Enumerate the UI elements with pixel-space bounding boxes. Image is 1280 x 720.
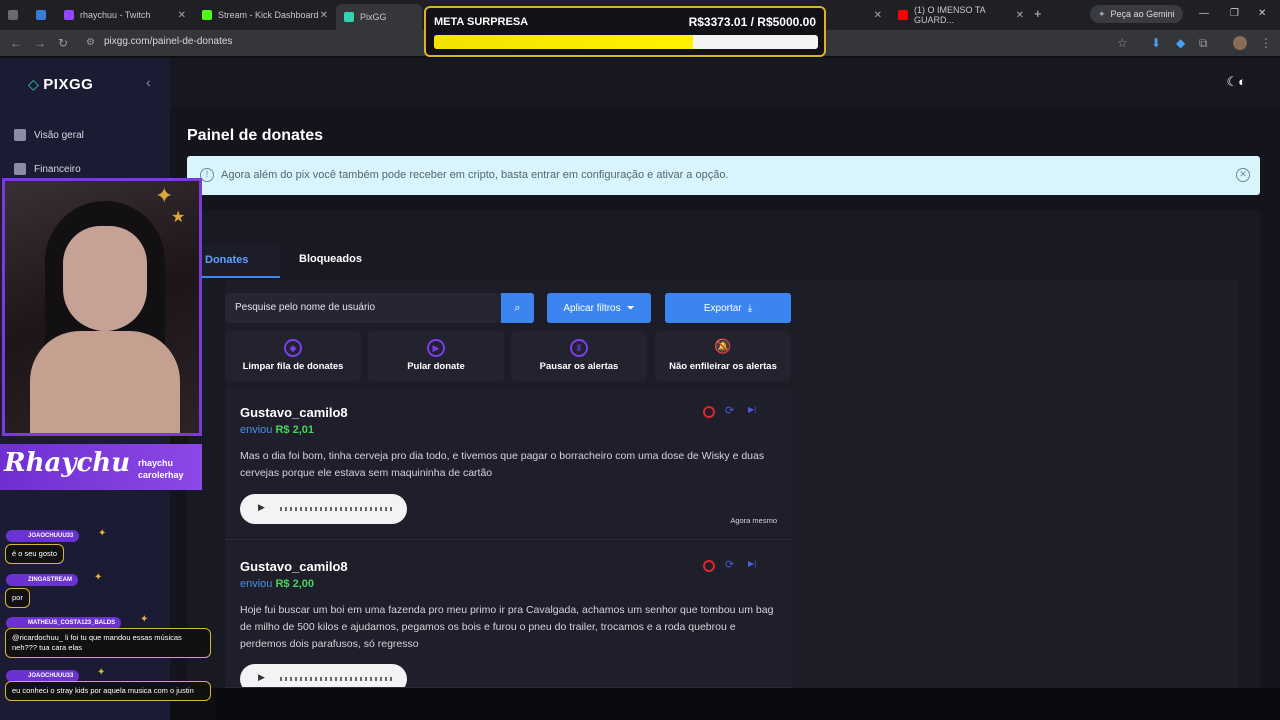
chat-username: JOAOCHUUU33 — [6, 530, 80, 542]
chat-message: eu conheci o stray kids por aquela music… — [5, 681, 211, 701]
webcam-person-face — [63, 226, 147, 331]
extension-icon[interactable]: ◆ — [1176, 36, 1185, 50]
twitch-icon — [64, 10, 74, 20]
collapse-sidebar-icon[interactable]: ‹ — [146, 74, 151, 90]
home-icon — [14, 129, 26, 141]
window-close-icon[interactable]: ✕ — [1258, 8, 1266, 19]
sidebar-item-visao-geral[interactable]: Visão geral — [14, 129, 84, 141]
goal-progress-fill — [434, 35, 694, 49]
profile-avatar[interactable] — [1233, 36, 1247, 50]
page-title: Painel de donates — [187, 127, 324, 144]
star-icon: ✦ — [155, 183, 174, 208]
extensions-puzzle-icon[interactable]: ⧉ — [1199, 36, 1208, 51]
webcam-person-body — [30, 331, 180, 433]
close-banner-icon[interactable]: ✕ — [1236, 168, 1250, 182]
chat-message: @ricardochuu_ li foi tu que mandou essas… — [5, 628, 211, 658]
goal-title: META SURPRESA — [434, 16, 529, 28]
goal-progress-bar — [434, 35, 818, 49]
gemini-button[interactable]: ✦ Peça ao Gemini — [1090, 5, 1183, 23]
pixgg-logo[interactable]: ◇ PIXGG — [28, 76, 93, 93]
tab-label: rhaychuu - Twitch — [80, 10, 151, 20]
streamer-name-bar: Rhaychu rhaychu carolerhay — [0, 444, 202, 490]
tab-close-hidden[interactable]: ✕ — [866, 5, 888, 25]
url-field[interactable]: pixgg.com/painel-de-donates — [104, 36, 232, 47]
chat-username: ZINGASTREAM — [6, 574, 78, 586]
sparkle-icon: ✦ — [140, 614, 149, 625]
tab-twitch[interactable]: rhaychuu - Twitch ✕ — [56, 5, 192, 25]
close-icon[interactable]: ✕ — [320, 10, 328, 21]
sparkle-icon: ✦ — [98, 528, 107, 539]
goal-overlay: META SURPRESA R$3373.01 / R$5000.00 — [424, 6, 826, 57]
sidebar-item-label: Financeiro — [34, 163, 81, 175]
finance-icon — [14, 163, 26, 175]
forward-icon[interactable]: → — [34, 36, 46, 50]
bookmark-star-icon[interactable]: ☆ — [1117, 36, 1128, 50]
instagram-handle: rhaychu — [138, 458, 174, 468]
new-tab-icon[interactable]: + — [1034, 6, 1042, 21]
logo-text: PIXGG — [43, 76, 94, 93]
tab-label: PixGG — [360, 12, 387, 22]
close-icon[interactable]: ✕ — [178, 10, 186, 21]
sparkle-icon: ✦ — [1098, 8, 1106, 19]
tab-pinned-1[interactable] — [0, 5, 28, 25]
tab-pixgg[interactable]: PixGG — [336, 4, 422, 30]
download-icon[interactable]: ⬇ — [1151, 36, 1161, 50]
menu-dots-icon[interactable]: ⋮ — [1260, 36, 1272, 50]
pixgg-logo-icon: ◇ — [28, 76, 40, 92]
main-content: ☾◐ Painel de donates ! Agora além do pix… — [170, 58, 1280, 688]
star-icon: ★ — [171, 209, 186, 226]
webcam-overlay: ✦ ★ — [2, 178, 202, 436]
reload-icon[interactable]: ↻ — [58, 36, 68, 50]
pixgg-icon — [344, 12, 354, 22]
close-icon[interactable]: ✕ — [1016, 10, 1024, 21]
chat-overlay: JOAOCHUUU33 ✦ é o seu gosto ZINGASTREAM … — [0, 520, 215, 720]
minimize-icon[interactable]: — — [1199, 8, 1209, 19]
banner-text: Agora além do pix você também pode receb… — [221, 169, 729, 181]
sidebar-item-label: Visão geral — [34, 129, 84, 141]
kick-icon — [202, 10, 212, 20]
sparkle-icon: ✦ — [97, 667, 106, 678]
top-bar: ☾◐ — [170, 58, 1280, 108]
tab-pinned-2[interactable] — [28, 5, 56, 25]
goal-amount: R$3373.01 / R$5000.00 — [688, 15, 816, 29]
info-icon: ! — [200, 168, 214, 182]
maximize-icon[interactable]: ❐ — [1230, 8, 1239, 19]
donates-panel — [187, 210, 1260, 688]
theme-toggle-icon[interactable]: ☾◐ — [1226, 74, 1246, 90]
gemini-label: Peça ao Gemini — [1110, 9, 1175, 19]
tab-label: (1) O IMENSO TA GUARD... — [914, 5, 986, 25]
sparkle-icon: ✦ — [94, 572, 103, 583]
back-icon[interactable]: ← — [10, 36, 22, 50]
sidebar-item-financeiro[interactable]: Financeiro — [14, 163, 81, 175]
info-banner: ! Agora além do pix você também pode rec… — [187, 156, 1260, 195]
tab-kick[interactable]: Stream - Kick Dashboard ✕ — [194, 5, 334, 25]
youtube-handle: carolerhay — [138, 470, 184, 480]
tab-label: Stream - Kick Dashboard — [218, 10, 319, 20]
site-info-icon[interactable]: ⚙ — [86, 37, 95, 48]
chat-message: por — [5, 588, 30, 608]
close-icon[interactable]: ✕ — [874, 10, 882, 21]
streamer-name: Rhaychu — [4, 448, 131, 478]
youtube-icon — [898, 10, 908, 20]
chat-message: é o seu gosto — [5, 544, 65, 564]
tab-youtube[interactable]: (1) O IMENSO TA GUARD... ✕ — [890, 5, 1030, 25]
bottom-strip — [215, 688, 1280, 720]
